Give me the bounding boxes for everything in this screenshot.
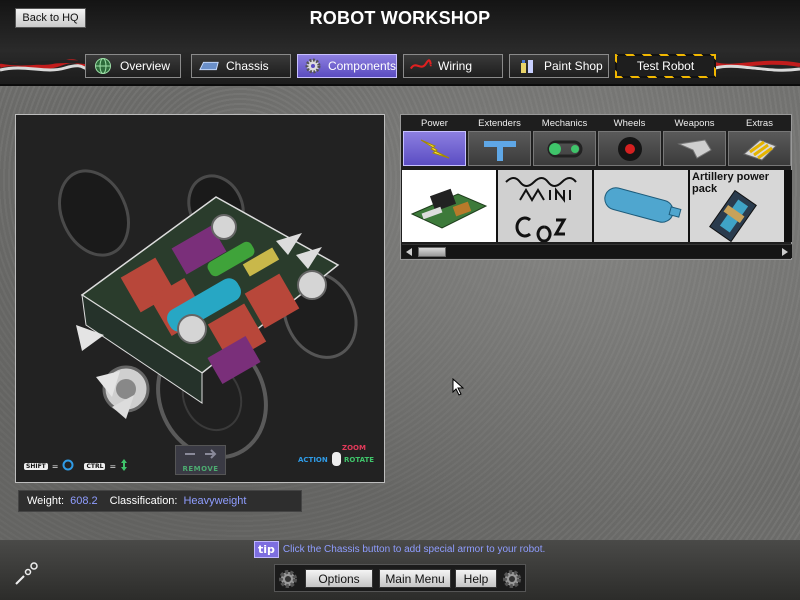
- blade-icon: [663, 131, 726, 166]
- tab-label: Chassis: [226, 59, 269, 73]
- main-menu-button[interactable]: Main Menu: [379, 569, 451, 588]
- scroll-right-icon[interactable]: [778, 245, 792, 259]
- tab-paint-shop[interactable]: Paint Shop: [509, 54, 609, 78]
- gear-icon: [503, 570, 521, 588]
- robot-stats-bar: Weight: 608.2 Classification: Heavyweigh…: [18, 490, 302, 512]
- tab-components[interactable]: Components: [297, 54, 397, 78]
- tip-text: Click the Chassis button to add special …: [282, 544, 546, 555]
- header-bar: Back to HQ ROBOT WORKSHOP Overview Chass…: [0, 0, 800, 86]
- lightning-icon: [403, 131, 466, 166]
- co2-tank-icon: [604, 187, 682, 223]
- circuit-board-icon: [410, 188, 488, 229]
- wrench-corner-icon: [15, 562, 38, 585]
- gear-icon: [279, 570, 297, 588]
- robot-3d-viewport[interactable]: SHIFT = CTRL = REMOVE ZOOM ACTION ROTATE: [15, 114, 385, 483]
- part-item[interactable]: [594, 170, 688, 242]
- tab-chassis[interactable]: Chassis: [191, 54, 291, 78]
- tab-label: Test Robot: [636, 59, 695, 73]
- remove-arrow-icon: [183, 446, 219, 465]
- scroll-left-icon[interactable]: [402, 245, 416, 259]
- mouse-icon: [332, 452, 341, 466]
- remove-button[interactable]: REMOVE: [175, 445, 226, 475]
- extender-icon: [468, 131, 531, 166]
- paint-icon: [516, 57, 538, 75]
- parts-list: Artillery power pack: [402, 170, 792, 242]
- wheel-icon: [598, 131, 661, 166]
- scroll-thumb[interactable]: [418, 247, 446, 257]
- tab-label: Components: [327, 59, 396, 73]
- help-button[interactable]: Help: [455, 569, 497, 588]
- mini-co2-logo: [498, 170, 592, 242]
- part-item[interactable]: [402, 170, 496, 242]
- gear-icon: [304, 57, 322, 75]
- armor-plate-icon: [728, 131, 791, 166]
- vertical-arrow-icon: [120, 458, 128, 474]
- chassis-icon: [198, 57, 220, 75]
- mouse-hints: ZOOM ACTION ROTATE: [298, 444, 375, 466]
- tip-bar: tip Click the Chassis button to add spec…: [254, 541, 545, 558]
- page-title: ROBOT WORKSHOP: [309, 8, 491, 28]
- weight-value: 608.2: [70, 495, 98, 507]
- classification-label: Classification:: [109, 495, 178, 507]
- tip-badge: tip: [254, 541, 279, 558]
- tab-test-robot[interactable]: Test Robot: [615, 54, 716, 78]
- ctrl-key: CTRL: [84, 462, 106, 470]
- shift-key: SHIFT: [24, 462, 48, 470]
- bottom-menu-bar: Options Main Menu Help: [274, 564, 526, 592]
- category-tabs: Power Extenders Mechanics Wheels Weapons: [402, 116, 792, 168]
- chain-drive-icon: [533, 131, 596, 166]
- rotate-icon: [62, 459, 74, 473]
- tab-wiring[interactable]: Wiring: [403, 54, 503, 78]
- tab-overview[interactable]: Overview: [85, 54, 181, 78]
- globe-icon: [92, 57, 114, 75]
- mouse-cursor-icon: [452, 378, 465, 396]
- category-extenders[interactable]: Extenders: [467, 116, 532, 168]
- weight-label: Weight:: [27, 495, 65, 507]
- part-item[interactable]: Artillery power pack: [690, 170, 784, 242]
- wire-icon: [410, 57, 432, 75]
- options-button[interactable]: Options: [305, 569, 373, 588]
- keyboard-hints: SHIFT = CTRL =: [24, 458, 128, 474]
- tab-label: Overview: [120, 59, 171, 73]
- category-power[interactable]: Power: [402, 116, 467, 168]
- component-panel: Power Extenders Mechanics Wheels Weapons: [400, 114, 792, 260]
- robot-model: [58, 169, 358, 460]
- part-item[interactable]: [498, 170, 592, 242]
- category-weapons[interactable]: Weapons: [662, 116, 727, 168]
- tab-label: Wiring: [438, 59, 473, 73]
- category-extras[interactable]: Extras: [727, 116, 792, 168]
- category-wheels[interactable]: Wheels: [597, 116, 662, 168]
- tab-label: Paint Shop: [544, 59, 603, 73]
- classification-value: Heavyweight: [183, 495, 247, 507]
- parts-scrollbar[interactable]: [402, 244, 792, 258]
- category-mechanics[interactable]: Mechanics: [532, 116, 597, 168]
